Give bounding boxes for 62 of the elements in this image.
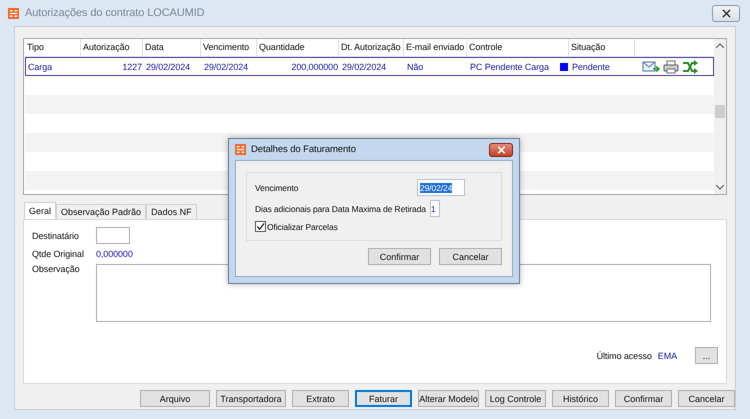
table-cell-text: 29/02/2024 <box>341 62 388 72</box>
action-button[interactable]: Cancelar <box>678 390 735 407</box>
field-label: Destinatário <box>32 230 80 240</box>
app-icon <box>8 8 19 18</box>
close-button[interactable] <box>712 4 740 22</box>
tab[interactable]: Geral <box>24 202 56 219</box>
column-header[interactable]: Tipo <box>25 39 81 56</box>
table-row[interactable]: Carga 1227 29/02/2024 29/02/2024 200,000000 29/02/2024 Não PC Pendente Carga Pendente <box>25 57 714 76</box>
column-header[interactable]: Data <box>143 39 201 56</box>
close-button[interactable] <box>489 142 513 156</box>
printer-icon[interactable] <box>663 60 679 74</box>
table-cell-text: 29/02/2024 <box>203 62 250 72</box>
close-icon <box>496 146 506 154</box>
table-cell: PC Pendente Carga <box>470 62 549 72</box>
browse-button[interactable]: ... <box>695 347 718 364</box>
action-button[interactable]: Faturar <box>355 390 412 407</box>
column-header[interactable]: E-mail enviado <box>404 39 467 56</box>
action-button[interactable]: Arquivo <box>140 390 210 407</box>
field-label: Último acesso <box>596 350 652 360</box>
action-button[interactable]: Confirmar <box>615 390 672 407</box>
window-title: Autorizações do contrato LOCAUMID <box>25 7 206 19</box>
table-cell-text: 29/02/2024 <box>145 62 192 72</box>
shuffle-arrows-icon[interactable] <box>682 60 698 74</box>
number-field[interactable]: 1 <box>430 200 440 217</box>
app-icon <box>235 144 246 155</box>
field-value: EMA <box>658 350 677 360</box>
dialog-button[interactable]: Confirmar <box>368 248 431 265</box>
dialog-title: Detalhes do Faturamento <box>251 144 357 155</box>
action-button[interactable]: Alterar Modelo <box>418 390 479 407</box>
column-header[interactable]: Autorização <box>81 39 143 56</box>
email-icon[interactable] <box>642 60 660 74</box>
scroll-up-icon[interactable] <box>716 43 724 48</box>
column-header[interactable]: Dt. Autorização <box>339 39 404 56</box>
table-cell-text: 1227 <box>121 62 143 72</box>
action-button[interactable]: Histórico <box>552 390 609 407</box>
input-field[interactable] <box>96 227 130 244</box>
table-cell-text: Pendente <box>571 62 611 72</box>
dialog-button[interactable]: Cancelar <box>439 248 502 265</box>
field-label: Observação <box>32 264 81 274</box>
field-label: Vencimento <box>255 182 298 192</box>
action-button[interactable]: Extrato <box>292 390 349 407</box>
close-icon <box>722 8 730 18</box>
tab[interactable]: Dados NF <box>146 204 197 219</box>
date-field[interactable]: 29/02/24 <box>417 179 465 196</box>
field-label: Dias adicionais para Data Maxima de Retirada <box>255 204 426 214</box>
scrollbar[interactable] <box>714 39 726 194</box>
checkbox-label[interactable]: Oficializar Parcelas <box>267 222 338 232</box>
column-header[interactable]: Quantidade <box>257 39 339 56</box>
field-value: 0,000000 <box>96 249 133 259</box>
column-header[interactable]: Controle <box>467 39 569 56</box>
action-button[interactable]: Log Controle <box>485 390 546 407</box>
scroll-thumb[interactable] <box>715 105 725 118</box>
table-cell-text: Carga <box>27 62 54 72</box>
action-button[interactable]: Transportadora <box>216 390 286 407</box>
tab[interactable]: Observação Padrão <box>56 204 146 219</box>
column-header[interactable]: Vencimento <box>201 39 257 56</box>
field-label: Qtde Original <box>32 249 85 259</box>
table-cell-text: Não <box>406 62 424 72</box>
column-header[interactable]: Situação <box>569 39 635 56</box>
table-cell-text: 200,000000 <box>290 62 339 72</box>
checkbox[interactable] <box>255 221 266 232</box>
scroll-down-icon[interactable] <box>716 185 724 190</box>
